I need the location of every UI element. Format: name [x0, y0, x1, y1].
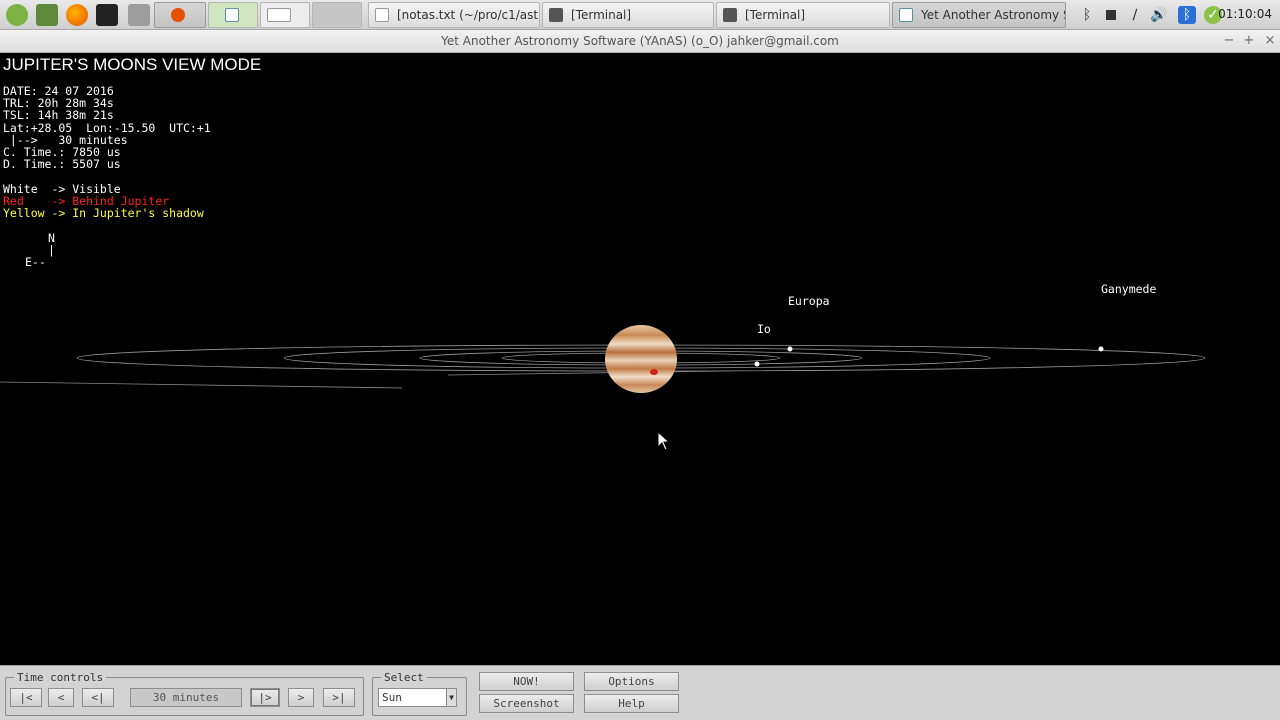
text-file-icon: [375, 8, 389, 22]
task-label: [Terminal]: [571, 8, 632, 22]
jupiter-view-canvas[interactable]: JUPITER'S MOONS VIEW MODE DATE: 24 07 20…: [0, 53, 1280, 665]
workspace-firefox[interactable]: [154, 2, 206, 28]
select-title: Select: [381, 671, 427, 684]
step-back-button[interactable]: <|: [82, 688, 114, 707]
back-button[interactable]: <: [48, 688, 74, 707]
task-notas[interactable]: [notas.txt (~/pro/c1/astro0...: [368, 2, 540, 28]
jupiter-planet[interactable]: [605, 325, 677, 393]
object-select[interactable]: Sun ▼: [378, 688, 457, 707]
terminal-icon: [549, 8, 563, 22]
control-panel: Time controls |< < <| 30 minutes |> > >|…: [0, 665, 1280, 720]
close-button[interactable]: ×: [1262, 33, 1278, 49]
workspace-3[interactable]: [260, 2, 310, 28]
window-icon: [899, 8, 913, 22]
ganymede-label: Ganymede: [1101, 282, 1157, 296]
mint-menu-icon[interactable]: [6, 4, 28, 26]
task-label: Yet Another Astronomy So...: [921, 8, 1065, 22]
orbit-diagram: [0, 325, 1206, 451]
europa-label: Europa: [788, 294, 830, 308]
task-terminal-1[interactable]: [Terminal]: [542, 2, 714, 28]
volume-icon[interactable]: 🔊: [1150, 6, 1168, 24]
great-red-spot: [650, 369, 658, 375]
options-button[interactable]: Options: [584, 672, 679, 691]
dropdown-arrow-icon: ▼: [446, 689, 456, 706]
stop-icon[interactable]: [1102, 6, 1120, 24]
minimize-button[interactable]: −: [1221, 33, 1237, 49]
task-label: [notas.txt (~/pro/c1/astro0...: [397, 8, 539, 22]
trail-line: [447, 370, 731, 376]
select-value: Sun: [382, 691, 402, 704]
workspace-2[interactable]: [208, 2, 258, 28]
jump-start-button[interactable]: |<: [10, 688, 42, 707]
forward-button[interactable]: >: [288, 688, 314, 707]
terminal-icon: [723, 8, 737, 22]
window-title: Yet Another Astronomy Software (YAnAS) (…: [441, 34, 839, 48]
mouse-cursor-icon: [657, 430, 671, 451]
now-button[interactable]: NOW!: [479, 672, 574, 691]
bluetooth-tray-icon[interactable]: ᛒ: [1178, 6, 1196, 24]
time-step-field[interactable]: 30 minutes: [130, 688, 242, 707]
taskbar: [notas.txt (~/pro/c1/astro0... [Terminal…: [0, 0, 1280, 30]
trail-line: [0, 381, 403, 389]
io-label: Io: [757, 322, 771, 336]
step-forward-button[interactable]: |>: [250, 688, 280, 707]
europa-moon[interactable]: [787, 346, 793, 352]
io-moon[interactable]: [754, 361, 760, 367]
firefox-icon[interactable]: [66, 4, 88, 26]
network-icon[interactable]: ∕: [1126, 6, 1144, 24]
files-icon[interactable]: [128, 4, 150, 26]
time-controls-title: Time controls: [14, 671, 107, 684]
terminal-icon[interactable]: [96, 4, 118, 26]
jump-end-button[interactable]: >|: [323, 688, 355, 707]
task-terminal-2[interactable]: [Terminal]: [716, 2, 890, 28]
help-button[interactable]: Help: [584, 694, 679, 713]
window-titlebar[interactable]: Yet Another Astronomy Software (YAnAS) (…: [0, 30, 1280, 53]
bluetooth-icon[interactable]: ᛒ: [1078, 6, 1096, 24]
window-icon: [225, 8, 239, 22]
task-yanas[interactable]: Yet Another Astronomy So...: [892, 2, 1066, 28]
workspace-4[interactable]: [312, 2, 362, 28]
ganymede-moon[interactable]: [1098, 346, 1104, 352]
window-icon: [267, 8, 291, 22]
clock[interactable]: 01:10:04: [1218, 7, 1272, 21]
show-desktop-icon[interactable]: [36, 4, 58, 26]
maximize-button[interactable]: +: [1241, 33, 1257, 49]
screenshot-button[interactable]: Screenshot: [479, 694, 574, 713]
firefox-icon: [171, 8, 185, 22]
task-label: [Terminal]: [745, 8, 806, 22]
